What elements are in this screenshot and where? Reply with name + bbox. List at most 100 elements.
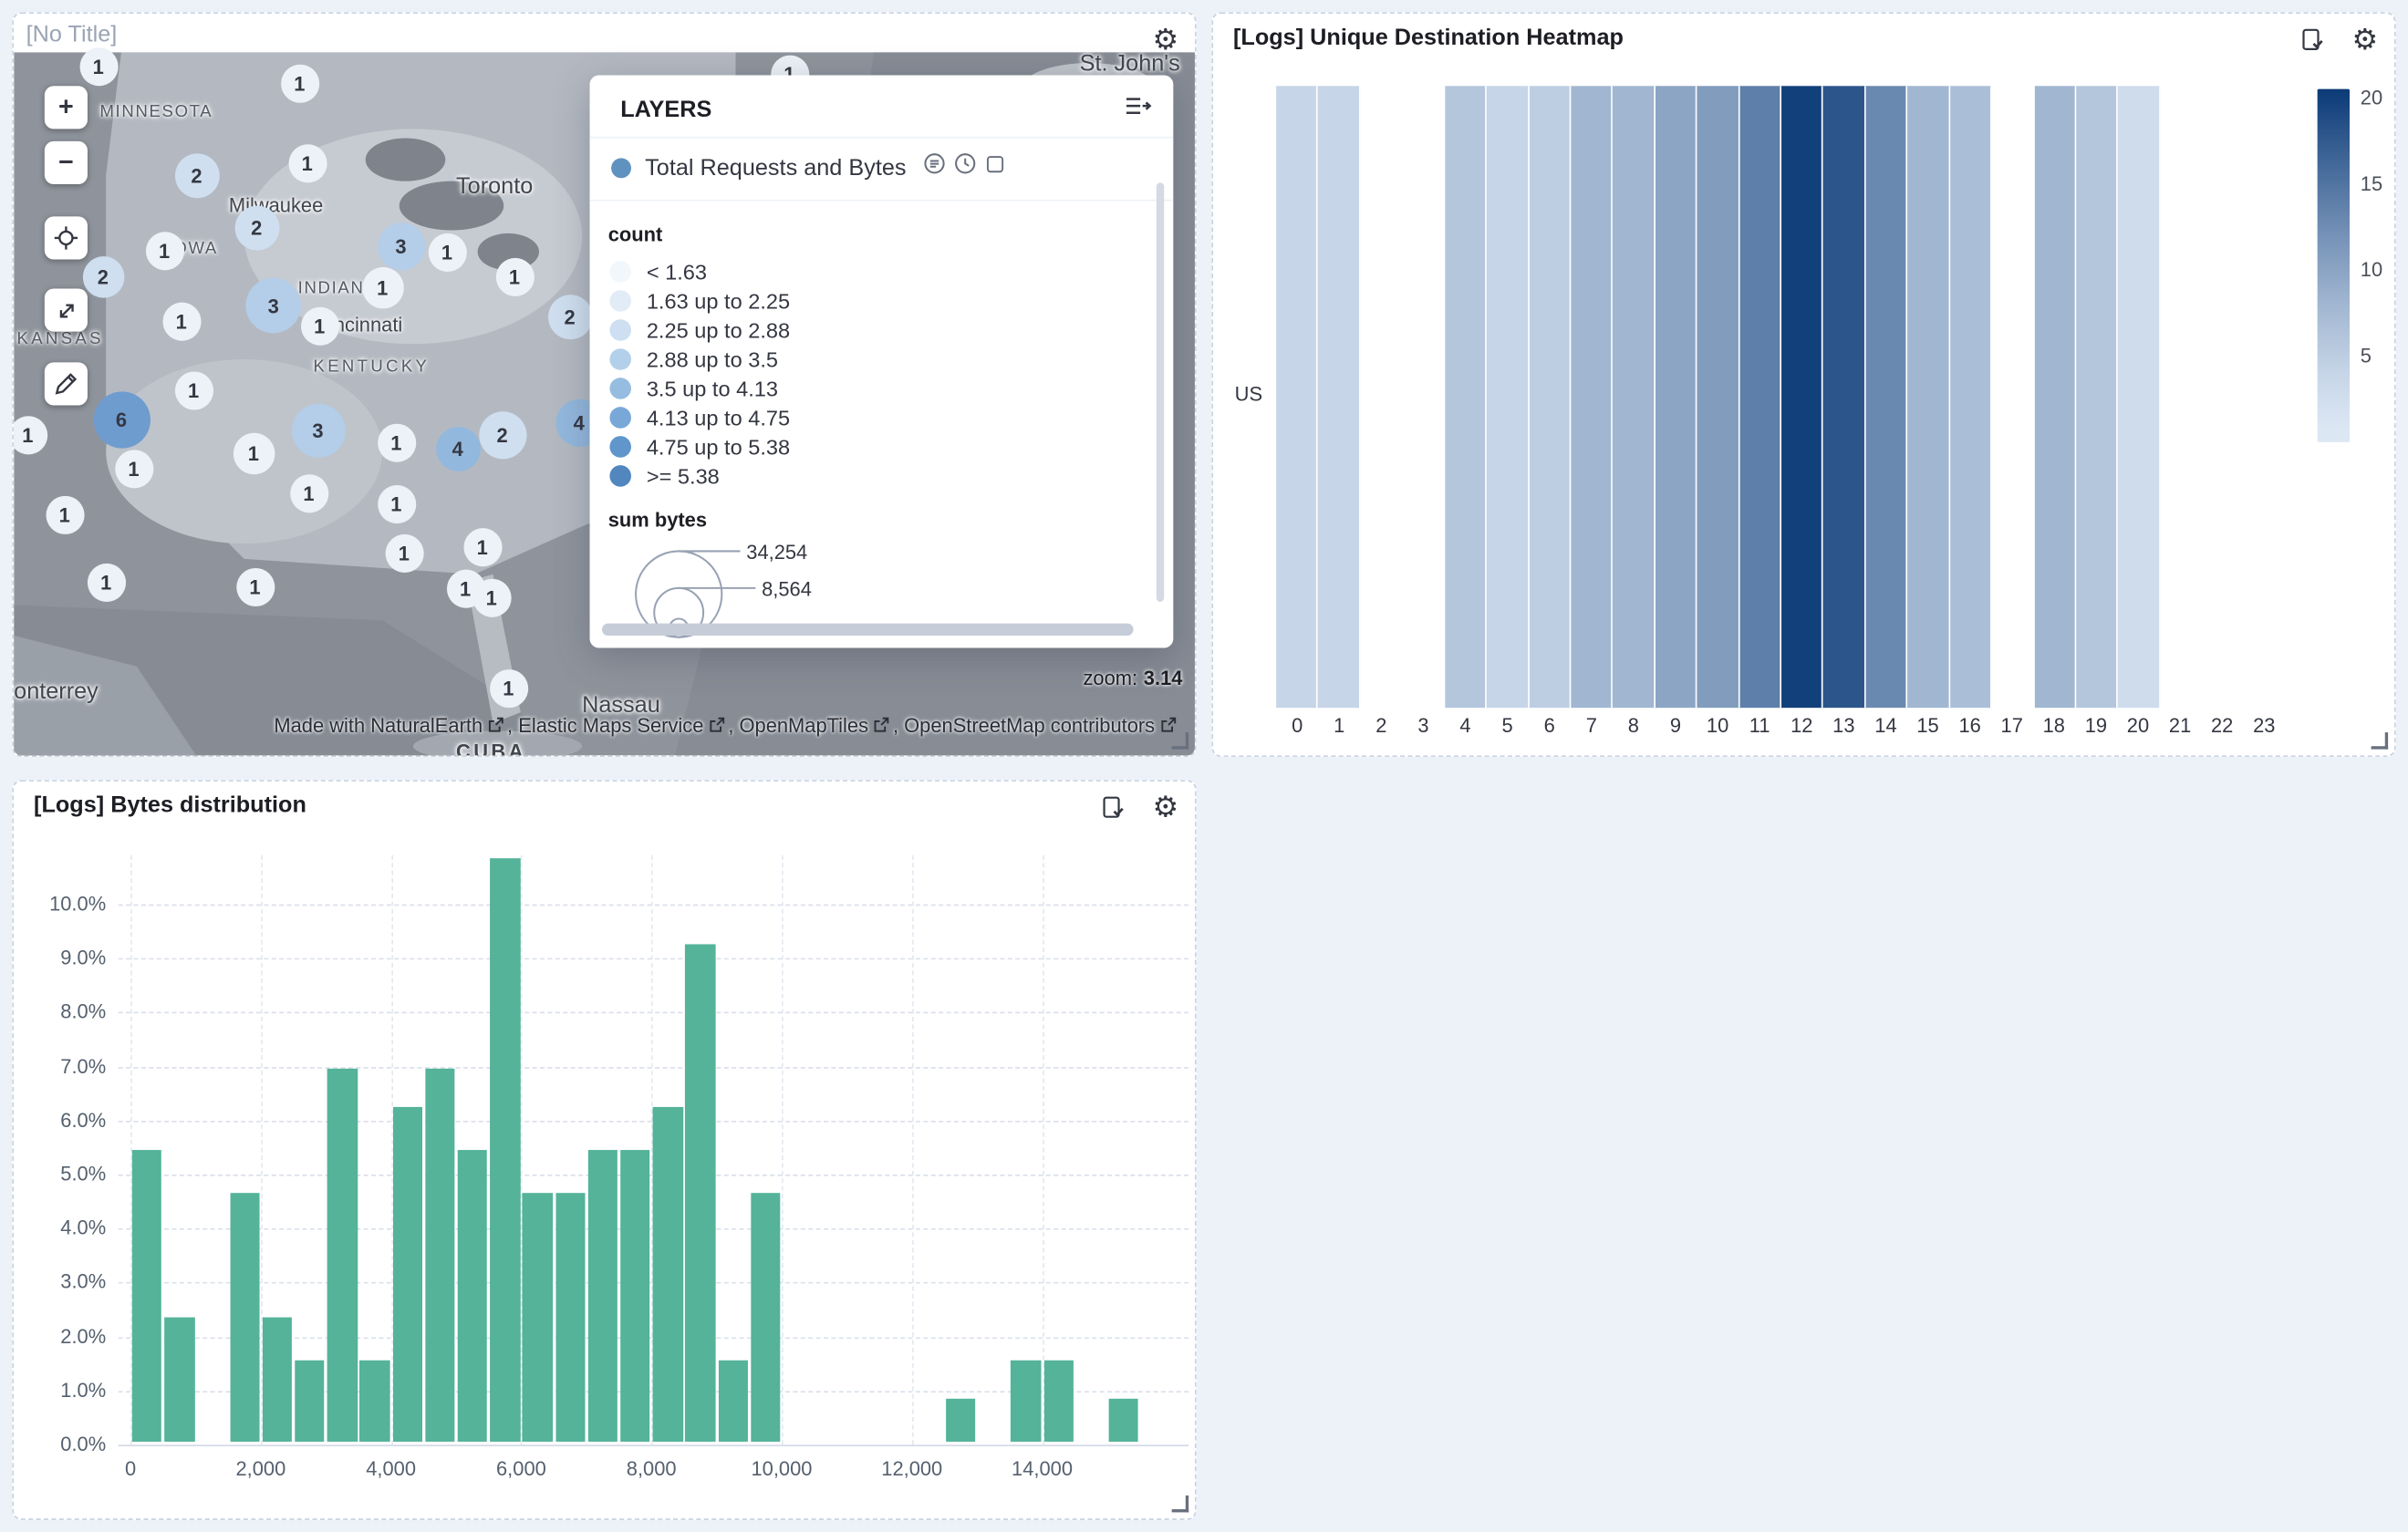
heatmap-cell-hour-0[interactable] <box>1276 86 1318 708</box>
resize-handle[interactable] <box>2372 732 2389 750</box>
attribution-link[interactable]: OpenStreetMap contributors <box>904 714 1155 737</box>
heatmap-cell-hour-13[interactable] <box>1823 86 1865 708</box>
heatmap-cell-hour-1[interactable] <box>1318 86 1360 708</box>
cluster-marker[interactable]: 1 <box>87 563 125 601</box>
cluster-marker[interactable]: 1 <box>79 47 118 85</box>
histogram-bar[interactable] <box>230 1193 260 1442</box>
cluster-marker[interactable]: 1 <box>489 668 527 707</box>
histogram-bar[interactable] <box>686 945 716 1442</box>
histogram-bar[interactable] <box>751 1193 781 1442</box>
zoom-in-button[interactable]: + <box>45 86 88 129</box>
cluster-marker[interactable]: 1 <box>145 231 183 269</box>
cluster-marker[interactable]: 1 <box>288 143 327 181</box>
cluster-marker[interactable]: 6 <box>93 390 150 447</box>
cluster-marker[interactable]: 1 <box>377 484 415 523</box>
histogram-bar[interactable] <box>295 1361 325 1442</box>
heatmap-cell-hour-4[interactable] <box>1445 86 1487 708</box>
layer-time-icon[interactable] <box>954 152 977 183</box>
heatmap-cell-hour-9[interactable] <box>1656 86 1697 708</box>
cluster-marker[interactable]: 4 <box>435 426 480 471</box>
heatmap-cell-hour-11[interactable] <box>1739 86 1781 708</box>
histogram-bar[interactable] <box>555 1193 586 1442</box>
resize-handle[interactable] <box>1172 1496 1189 1513</box>
heatmap-cell-hour-16[interactable] <box>1950 86 1992 708</box>
heatmap-cell-hour-5[interactable] <box>1487 86 1529 708</box>
heatmap-cell-hour-20[interactable] <box>2119 86 2161 708</box>
heatmap-cell-hour-22[interactable] <box>2203 86 2245 708</box>
cluster-marker[interactable]: 1 <box>472 578 511 616</box>
save-to-library-icon[interactable] <box>2293 20 2333 60</box>
cluster-marker[interactable]: 1 <box>385 533 423 572</box>
heatmap-cell-hour-23[interactable] <box>2245 86 2285 708</box>
horizontal-scrollbar[interactable] <box>602 624 1134 636</box>
layer-checkbox-icon[interactable] <box>984 153 1006 182</box>
heatmap-cell-hour-14[interactable] <box>1866 86 1908 708</box>
cluster-marker[interactable]: 1 <box>495 257 534 295</box>
histogram-bar[interactable] <box>1043 1361 1074 1442</box>
attribution-link[interactable]: Elastic Maps Service <box>518 714 703 737</box>
cluster-marker[interactable]: 3 <box>291 403 345 457</box>
histogram-bar[interactable] <box>458 1150 488 1442</box>
heatmap-cell-hour-19[interactable] <box>2076 86 2118 708</box>
cluster-marker[interactable]: 3 <box>377 222 424 269</box>
cluster-marker[interactable]: 1 <box>174 371 213 409</box>
cluster-marker[interactable]: 2 <box>547 294 592 338</box>
attribution-link[interactable]: OpenMapTiles <box>740 714 869 737</box>
collapse-layers-icon[interactable] <box>1124 95 1151 122</box>
cluster-marker[interactable]: 1 <box>428 233 466 271</box>
heatmap-color-legend[interactable] <box>2318 89 2350 442</box>
panel-settings-gear-icon[interactable]: ⚙ <box>1146 20 1186 60</box>
histogram-bar[interactable] <box>1109 1399 1139 1442</box>
cluster-marker[interactable]: 1 <box>114 449 152 487</box>
histogram-bar[interactable] <box>132 1150 162 1442</box>
zoom-out-button[interactable]: − <box>45 141 88 184</box>
panel-settings-gear-icon[interactable]: ⚙ <box>2345 20 2385 60</box>
cluster-marker[interactable]: 1 <box>12 415 47 453</box>
attribution-link[interactable]: Made with NaturalEarth <box>274 714 483 737</box>
heatmap-cell-hour-3[interactable] <box>1403 86 1445 708</box>
cluster-marker[interactable]: 3 <box>245 278 301 334</box>
resize-handle[interactable] <box>1172 732 1189 750</box>
panel-title-map[interactable]: [No Title] <box>26 22 118 48</box>
heatmap-cell-hour-15[interactable] <box>1908 86 1950 708</box>
cluster-marker[interactable]: 2 <box>478 410 525 458</box>
cluster-marker[interactable]: 1 <box>235 567 274 606</box>
layer-legend-icon[interactable] <box>923 152 946 183</box>
panel-title-bytes[interactable]: [Logs] Bytes distribution <box>34 792 306 819</box>
heatmap-cell-hour-12[interactable] <box>1781 86 1823 708</box>
cluster-marker[interactable]: 2 <box>174 153 219 198</box>
histogram-bar[interactable] <box>164 1318 194 1442</box>
panel-title-heatmap[interactable]: [Logs] Unique Destination Heatmap <box>1233 25 1624 51</box>
heatmap-cell-hour-17[interactable] <box>1992 86 2034 708</box>
cluster-marker[interactable]: 1 <box>280 64 318 102</box>
cluster-marker[interactable]: 1 <box>46 495 84 533</box>
histogram-bar[interactable] <box>327 1069 358 1442</box>
cluster-marker[interactable]: 1 <box>377 423 415 461</box>
histogram-bar[interactable] <box>490 858 520 1442</box>
cluster-marker[interactable]: 1 <box>289 473 327 512</box>
cluster-marker[interactable]: 1 <box>362 266 403 307</box>
histogram-bar[interactable] <box>653 1107 683 1442</box>
set-view-crosshair-icon[interactable] <box>45 216 88 259</box>
cluster-marker[interactable]: 1 <box>463 527 502 565</box>
panel-settings-gear-icon[interactable]: ⚙ <box>1146 788 1186 828</box>
histogram-bar[interactable] <box>523 1193 553 1442</box>
histogram-bar[interactable] <box>392 1107 422 1442</box>
histogram-bar[interactable] <box>263 1318 293 1442</box>
layer-row[interactable]: Total Requests and Bytes <box>590 139 1174 202</box>
fit-to-data-icon[interactable] <box>45 289 88 332</box>
histogram-bar[interactable] <box>718 1361 748 1442</box>
cluster-marker[interactable]: 1 <box>233 432 274 473</box>
heatmap-cell-hour-21[interactable] <box>2161 86 2203 708</box>
heatmap-cell-hour-7[interactable] <box>1571 86 1613 708</box>
histogram-bar[interactable] <box>1012 1361 1042 1442</box>
draw-tools-icon[interactable] <box>45 362 88 405</box>
cluster-marker[interactable]: 2 <box>234 205 279 250</box>
cluster-marker[interactable]: 2 <box>82 255 123 296</box>
histogram-bar[interactable] <box>425 1069 455 1442</box>
heatmap-cell-hour-10[interactable] <box>1697 86 1739 708</box>
histogram-bar[interactable] <box>360 1361 390 1442</box>
histogram-bar[interactable] <box>946 1399 976 1442</box>
vertical-scrollbar[interactable] <box>1157 182 1164 602</box>
heatmap-cell-hour-2[interactable] <box>1360 86 1402 708</box>
